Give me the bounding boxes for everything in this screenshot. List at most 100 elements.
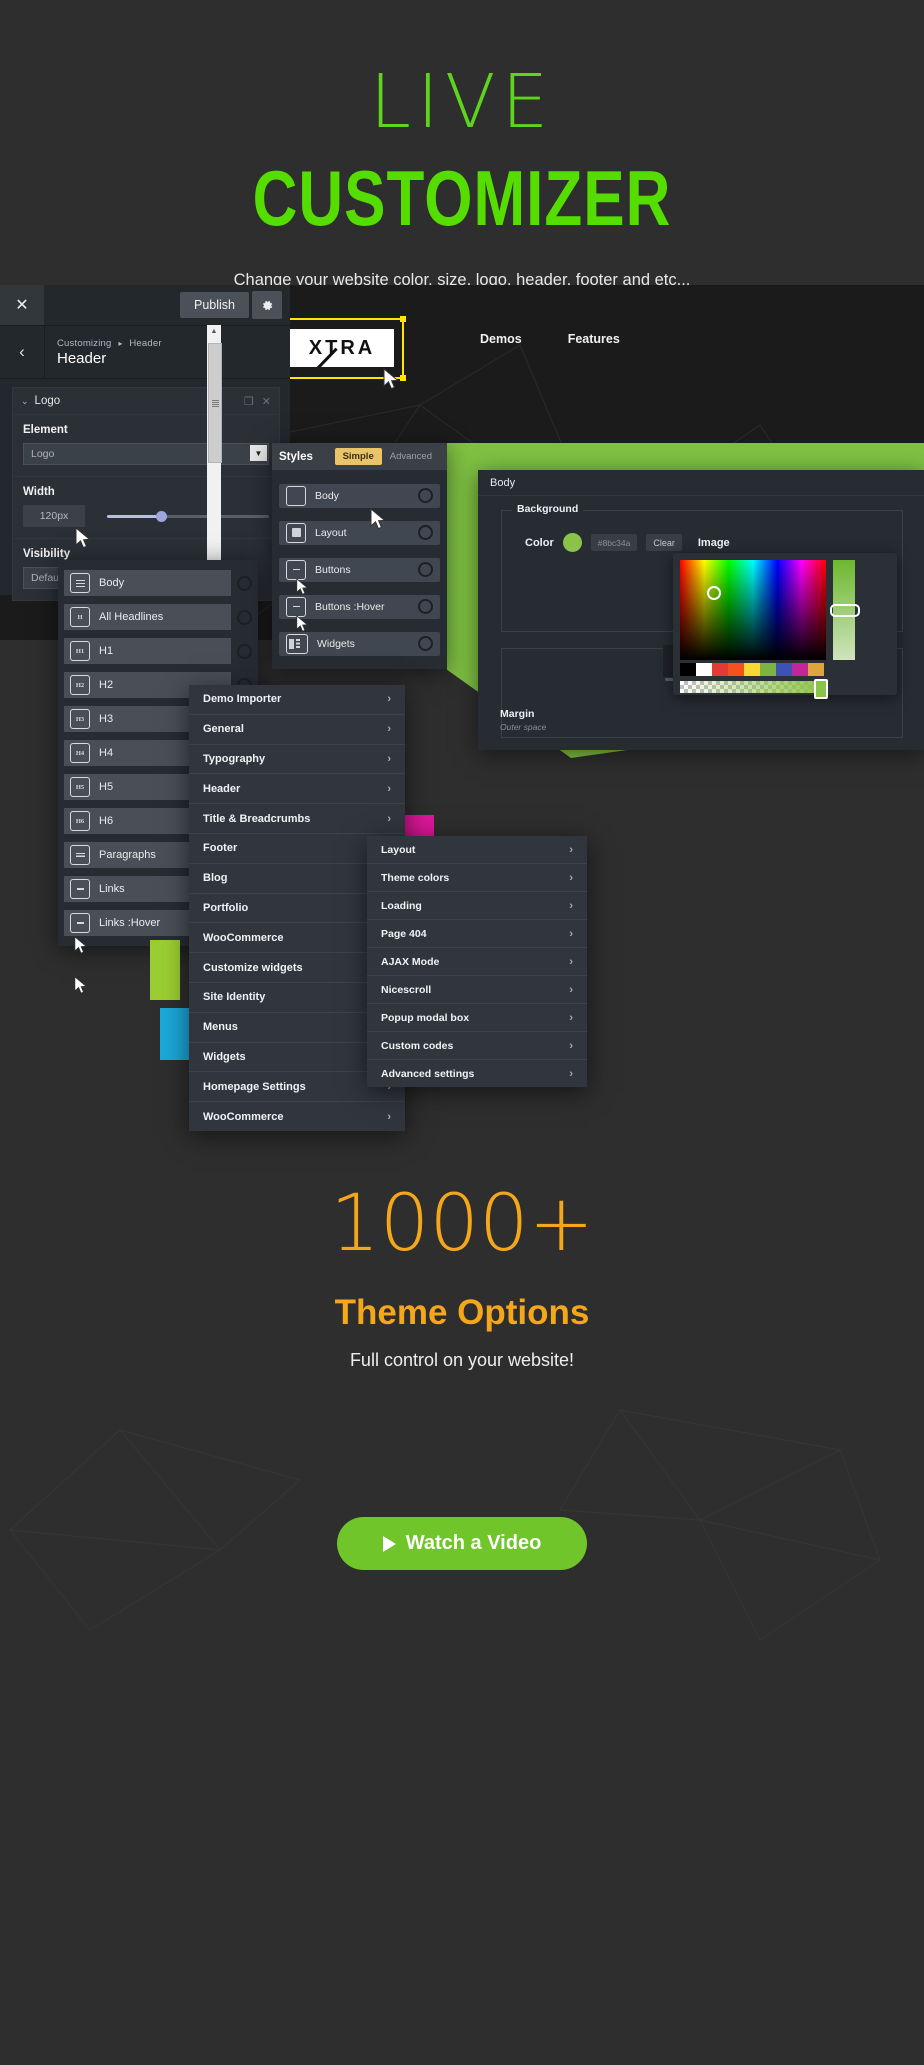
menu-item-woocommerce-2[interactable]: WooCommerce › — [189, 1102, 405, 1131]
picker-handle-icon[interactable] — [707, 586, 721, 600]
scrollbar-thumb[interactable] — [208, 343, 222, 463]
close-icon[interactable]: ✕ — [0, 285, 44, 325]
chevron-right-icon: › — [387, 1110, 391, 1123]
preset-swatch[interactable] — [712, 663, 728, 676]
typography-item-label: Body — [99, 577, 125, 589]
preset-swatch[interactable] — [728, 663, 744, 676]
back-icon[interactable]: ‹ — [0, 326, 45, 378]
preset-swatch[interactable] — [680, 663, 696, 676]
list-item[interactable]: Widgets — [272, 625, 447, 662]
list-item[interactable]: H All Headlines — [58, 600, 258, 634]
preset-swatch[interactable] — [792, 663, 808, 676]
list-item[interactable]: Body — [272, 477, 447, 514]
logo-selection-box[interactable]: XTRA — [278, 316, 406, 381]
resize-handle-br[interactable] — [400, 375, 406, 381]
width-slider[interactable] — [107, 510, 269, 522]
menu-item-title-breadcrumbs[interactable]: Title & Breadcrumbs › — [189, 804, 405, 834]
preset-swatch[interactable] — [744, 663, 760, 676]
scroll-up-icon[interactable]: ▲ — [207, 325, 221, 337]
image-label[interactable]: Image — [698, 537, 730, 549]
color-hex-input[interactable]: #8bc34a — [590, 534, 638, 551]
play-icon — [382, 1535, 396, 1552]
typography-item-label: Links — [99, 883, 125, 895]
submenu-item-loading[interactable]: Loading › — [367, 892, 587, 920]
breadcrumb-root[interactable]: Customizing — [57, 338, 111, 349]
menu-item-header[interactable]: Header › — [189, 774, 405, 805]
reset-circle-icon[interactable] — [418, 488, 433, 503]
menu-item-demo-importer[interactable]: Demo Importer › — [189, 685, 405, 715]
customizer-toolbar: ✕ Publish — [0, 285, 290, 326]
reset-circle-icon[interactable] — [237, 575, 252, 591]
reset-circle-icon[interactable] — [418, 636, 433, 651]
submenu-item-theme-colors[interactable]: Theme colors › — [367, 864, 587, 892]
publish-button[interactable]: Publish — [180, 292, 249, 318]
list-item[interactable]: Layout — [272, 514, 447, 551]
preset-swatch[interactable] — [776, 663, 792, 676]
element-select[interactable]: Logo ▼ — [23, 443, 269, 465]
chevron-right-icon: › — [569, 871, 573, 884]
menu-item-label: Page 404 — [381, 927, 427, 940]
customizer-scrollbar[interactable]: ▲ — [207, 325, 222, 570]
logo-accordion-header[interactable]: ⌄ Logo ❐ ✕ — [13, 388, 279, 415]
typography-item-label: All Headlines — [99, 611, 164, 623]
reset-circle-icon[interactable] — [418, 599, 433, 614]
reset-circle-icon[interactable] — [237, 609, 252, 625]
menu-item-label: WooCommerce — [203, 1110, 284, 1123]
watch-video-button[interactable]: Watch a Video — [337, 1517, 587, 1570]
list-item[interactable]: Buttons :Hover — [272, 588, 447, 625]
preset-swatch[interactable] — [696, 663, 712, 676]
width-input[interactable]: 120px — [23, 505, 85, 527]
styles-list: Body Layout Buttons Buttons :Hover Widge… — [272, 470, 447, 669]
h6-icon: H6 — [70, 811, 90, 831]
style-chip[interactable]: Body — [279, 483, 440, 508]
style-chip[interactable]: Buttons — [279, 557, 440, 582]
submenu-item-advanced-settings[interactable]: Advanced settings › — [367, 1060, 587, 1087]
width-slider-knob[interactable] — [155, 510, 167, 522]
style-chip[interactable]: Widgets — [279, 631, 440, 656]
remove-icon[interactable]: ✕ — [262, 395, 271, 408]
menu-item-general[interactable]: General › — [189, 715, 405, 745]
saturation-value-area[interactable] — [680, 560, 826, 660]
alpha-slider[interactable] — [680, 679, 828, 699]
nav-item-demos[interactable]: Demos — [480, 332, 522, 346]
color-picker-popup[interactable] — [673, 553, 897, 699]
submenu-item-custom-codes[interactable]: Custom codes › — [367, 1032, 587, 1060]
hue-slider[interactable] — [830, 560, 860, 660]
alpha-slider-knob[interactable] — [814, 679, 828, 699]
list-item[interactable]: Buttons — [272, 551, 447, 588]
watch-video-label: Watch a Video — [405, 1532, 542, 1554]
reset-circle-icon[interactable] — [418, 525, 433, 540]
reset-circle-icon[interactable] — [418, 562, 433, 577]
clear-button[interactable]: Clear — [646, 534, 682, 551]
submenu-item-page-404[interactable]: Page 404 › — [367, 920, 587, 948]
style-chip[interactable]: Layout — [279, 520, 440, 545]
gear-glyph — [262, 300, 272, 310]
submenu-item-layout[interactable]: Layout › — [367, 836, 587, 864]
preset-swatch[interactable] — [808, 663, 824, 676]
list-item[interactable]: Body — [58, 566, 258, 600]
style-chip[interactable]: Buttons :Hover — [279, 594, 440, 619]
duplicate-icon[interactable]: ❐ — [244, 395, 254, 408]
reset-circle-icon[interactable] — [237, 643, 252, 659]
gear-icon[interactable] — [252, 291, 282, 319]
preset-swatches — [680, 663, 824, 676]
nav-item-features[interactable]: Features — [568, 332, 620, 346]
customizer-panel: ✕ Publish ‹ Customizing ▸ Header Header — [0, 285, 290, 601]
resize-handle-tr[interactable] — [400, 316, 406, 322]
submenu-item-nicescroll[interactable]: Nicescroll › — [367, 976, 587, 1004]
menu-item-typography[interactable]: Typography › — [189, 745, 405, 775]
color-swatch[interactable] — [562, 533, 582, 552]
tab-simple[interactable]: Simple — [334, 448, 382, 465]
hue-slider-knob[interactable] — [830, 604, 860, 617]
submenu-item-popup-modal-box[interactable]: Popup modal box › — [367, 1004, 587, 1032]
tab-advanced[interactable]: Advanced — [382, 448, 440, 465]
list-item[interactable]: H1 H1 — [58, 634, 258, 668]
typography-chip[interactable]: H1 H1 — [64, 638, 231, 664]
h2-icon: H2 — [70, 675, 90, 695]
typography-item-label: H1 — [99, 645, 114, 657]
submenu-item-ajax-mode[interactable]: AJAX Mode › — [367, 948, 587, 976]
style-item-label: Buttons — [315, 563, 351, 576]
preset-swatch[interactable] — [760, 663, 776, 676]
typography-chip[interactable]: Body — [64, 570, 231, 596]
typography-chip[interactable]: H All Headlines — [64, 604, 231, 630]
